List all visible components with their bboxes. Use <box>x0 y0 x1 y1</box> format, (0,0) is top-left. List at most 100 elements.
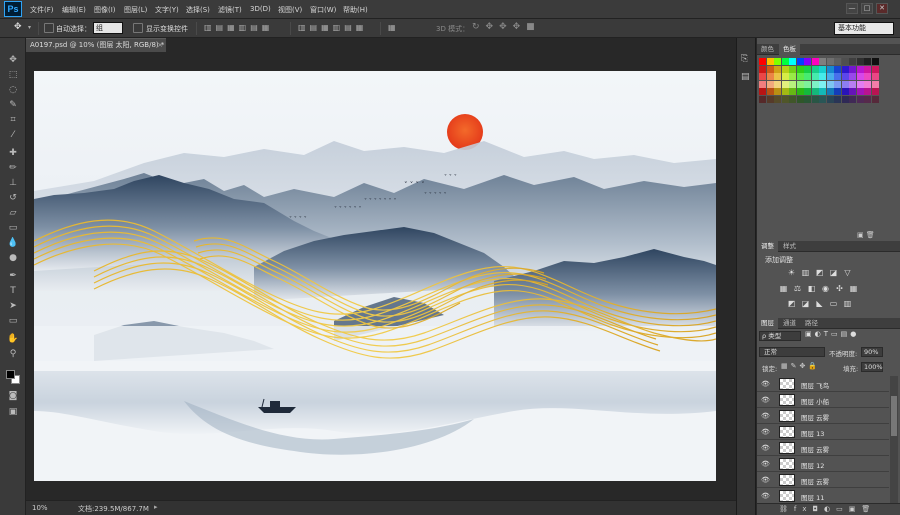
color-swatch[interactable] <box>759 58 766 65</box>
color-swatch[interactable] <box>871 58 879 65</box>
tab-adjustments[interactable]: 调整 <box>757 241 778 252</box>
layer-row[interactable]: 👁 图层 11 <box>757 488 889 503</box>
color-swatch[interactable] <box>819 73 826 80</box>
color-swatch[interactable] <box>871 65 879 73</box>
color-swatch[interactable] <box>841 95 849 103</box>
color-swatch[interactable] <box>796 88 804 95</box>
color-swatch[interactable] <box>774 73 781 80</box>
tool-preset-chevron-icon[interactable]: ▾ <box>28 24 31 31</box>
menu-filter[interactable]: 滤镜(T) <box>218 5 242 15</box>
color-swatch[interactable] <box>766 80 774 88</box>
layer-row[interactable]: 👁 图层 云雾 <box>757 472 889 488</box>
visibility-eye-icon[interactable]: 👁 <box>761 444 770 452</box>
color-swatch[interactable] <box>864 73 871 80</box>
color-swatch[interactable] <box>826 80 834 88</box>
color-swatch[interactable] <box>834 58 841 65</box>
color-swatch[interactable] <box>826 65 834 73</box>
swatch-grid[interactable] <box>759 58 885 118</box>
path-select-tool-icon[interactable]: ➤ <box>6 300 20 313</box>
color-swatch[interactable] <box>819 80 826 88</box>
color-swatch[interactable] <box>826 88 834 95</box>
layers-scrollbar[interactable] <box>890 376 898 503</box>
color-swatch[interactable] <box>826 58 834 65</box>
fill-field[interactable]: 100% <box>861 362 883 372</box>
color-swatch[interactable] <box>819 58 826 65</box>
color-swatch[interactable] <box>871 88 879 95</box>
move-tool-icon[interactable]: ✥ <box>14 22 22 32</box>
color-swatch[interactable] <box>856 80 864 88</box>
color-swatch[interactable] <box>774 88 781 95</box>
workspace-dropdown[interactable]: 基本功能 <box>834 22 894 35</box>
crop-tool-icon[interactable]: ⌗ <box>6 114 20 127</box>
hue-saturation-icon[interactable]: ▦ <box>779 284 788 293</box>
color-swatch[interactable] <box>871 95 879 103</box>
color-swatch[interactable] <box>796 58 804 65</box>
color-swatch[interactable] <box>811 65 819 73</box>
color-swatch[interactable] <box>841 80 849 88</box>
color-swatch[interactable] <box>789 95 796 103</box>
color-swatch[interactable] <box>871 73 879 80</box>
pen-tool-icon[interactable]: ✒ <box>6 270 20 283</box>
color-swatch[interactable] <box>849 58 856 65</box>
visibility-eye-icon[interactable]: 👁 <box>761 492 770 500</box>
lock-icons[interactable]: ▦✎✥🔒 <box>781 362 820 370</box>
menu-type[interactable]: 文字(Y) <box>155 5 179 15</box>
color-swatch[interactable] <box>766 65 774 73</box>
visibility-eye-icon[interactable]: 👁 <box>761 396 770 404</box>
color-swatch[interactable] <box>849 95 856 103</box>
selective-color-icon[interactable]: ▭ <box>829 299 838 308</box>
color-swatch[interactable] <box>849 65 856 73</box>
auto-select-checkbox[interactable] <box>44 23 54 33</box>
tab-channels[interactable]: 通道 <box>779 318 800 329</box>
quick-mask-icon[interactable]: ◙ <box>6 390 20 403</box>
color-swatch[interactable] <box>804 80 811 88</box>
document-close-icon[interactable]: × <box>157 39 163 52</box>
channel-mixer-icon[interactable]: ✣ <box>835 284 844 293</box>
color-swatch[interactable] <box>834 88 841 95</box>
history-panel-icon[interactable]: ⎘ <box>741 54 748 64</box>
color-swatch[interactable] <box>864 95 871 103</box>
color-swatch[interactable] <box>781 65 789 73</box>
type-tool-icon[interactable]: T <box>6 285 20 298</box>
eraser-tool-icon[interactable]: ▱ <box>6 207 20 220</box>
color-swatch[interactable] <box>759 88 766 95</box>
brush-tool-icon[interactable]: ✏ <box>6 162 20 175</box>
color-swatch[interactable] <box>819 95 826 103</box>
menu-view[interactable]: 视图(V) <box>278 5 302 15</box>
tab-paths[interactable]: 路径 <box>801 318 822 329</box>
color-balance-icon[interactable]: ⚖ <box>793 284 802 293</box>
tab-color[interactable]: 颜色 <box>757 44 778 55</box>
color-swatch[interactable] <box>856 88 864 95</box>
eyedropper-tool-icon[interactable]: ⁄ <box>6 129 20 142</box>
3d-mode-icons[interactable]: ↻✥✥✥■ <box>472 22 541 32</box>
align-icons[interactable]: ▥▤▦▥▤▦ <box>204 23 273 32</box>
color-swatch[interactable] <box>804 73 811 80</box>
color-swatch[interactable] <box>834 65 841 73</box>
color-swatch[interactable] <box>834 73 841 80</box>
foreground-color-front[interactable] <box>6 370 15 379</box>
threshold-icon[interactable]: ◣ <box>815 299 824 308</box>
color-swatch[interactable] <box>789 88 796 95</box>
tab-layers[interactable]: 图层 <box>757 318 778 329</box>
shape-tool-icon[interactable]: ▭ <box>6 315 20 328</box>
color-swatch[interactable] <box>811 95 819 103</box>
color-swatch[interactable] <box>864 65 871 73</box>
tab-styles[interactable]: 样式 <box>779 241 800 252</box>
color-swatch[interactable] <box>849 80 856 88</box>
tab-swatches[interactable]: 色板 <box>779 44 800 55</box>
menu-image[interactable]: 图像(I) <box>94 5 116 15</box>
quick-select-tool-icon[interactable]: ✎ <box>6 99 20 112</box>
color-swatch[interactable] <box>841 88 849 95</box>
color-swatch[interactable] <box>789 58 796 65</box>
curves-icon[interactable]: ◩ <box>815 268 824 277</box>
color-swatch[interactable] <box>781 80 789 88</box>
layer-row[interactable]: 👁 图层 云雾 <box>757 440 889 456</box>
menu-select[interactable]: 选择(S) <box>186 5 210 15</box>
menu-window[interactable]: 窗口(W) <box>310 5 336 15</box>
layer-filter-icons[interactable]: ▣◐T▭▤● <box>805 330 859 338</box>
posterize-icon[interactable]: ◪ <box>801 299 810 308</box>
color-swatch[interactable] <box>841 58 849 65</box>
color-swatch[interactable] <box>826 95 834 103</box>
layer-row[interactable]: 👁 图层 云雾 <box>757 408 889 424</box>
zoom-level[interactable]: 10% <box>32 504 48 512</box>
